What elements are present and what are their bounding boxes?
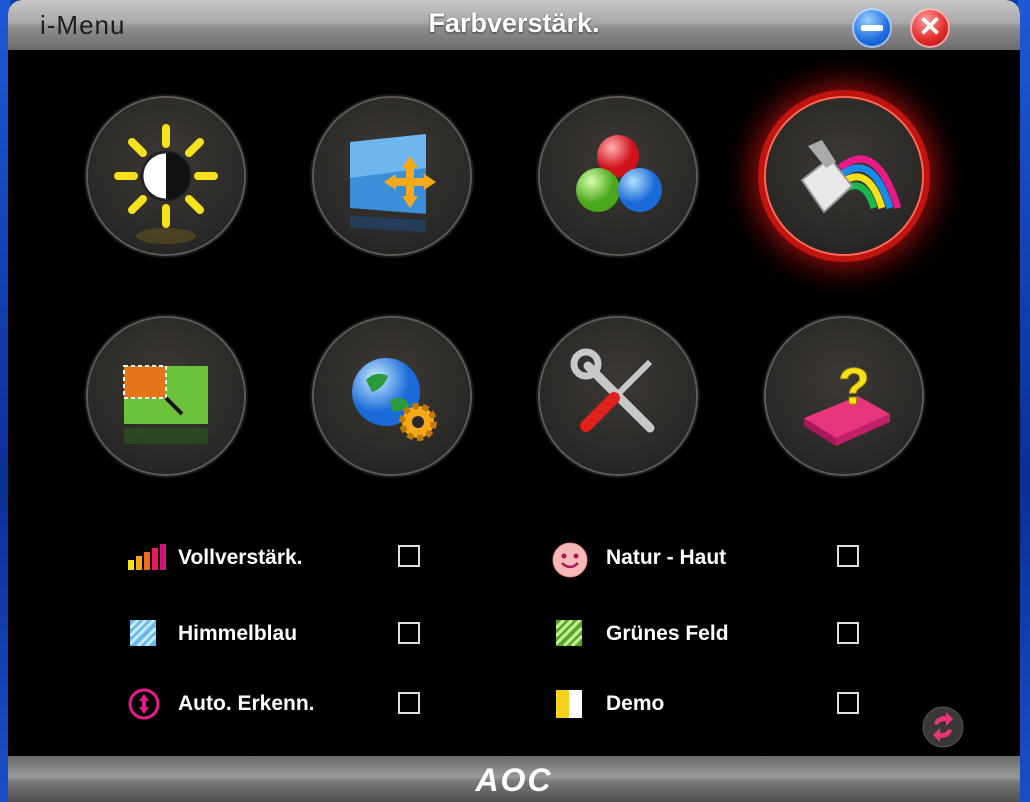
checkbox-auto-detect[interactable]: [398, 692, 420, 714]
option-label-full-enhance: Vollverstärk.: [178, 546, 303, 569]
checkbox-sky-blue[interactable]: [398, 622, 420, 644]
tile-help[interactable]: ?: [766, 318, 922, 474]
close-button[interactable]: ✕: [910, 8, 950, 48]
paint-bucket-rainbow-icon: [800, 140, 902, 214]
tile-osd-setup[interactable]: [314, 318, 470, 474]
tile-luminance[interactable]: [88, 98, 244, 254]
green-field-icon: [554, 618, 584, 648]
svg-text:?: ?: [838, 358, 870, 416]
footer-bar: AOC: [8, 756, 1020, 802]
tile-color-temp[interactable]: [540, 98, 696, 254]
checkbox-green-field[interactable]: [837, 622, 859, 644]
imenu-window: i-Menu Farbverstärk. ✕ ? Vollverstärk. N…: [8, 0, 1020, 802]
title-bar[interactable]: i-Menu Farbverstärk. ✕: [8, 0, 1020, 50]
aoc-logo: AOC: [475, 762, 553, 798]
checkbox-nature-skin[interactable]: [837, 545, 859, 567]
tile-image-setup[interactable]: [314, 98, 470, 254]
checkbox-full-enhance[interactable]: [398, 545, 420, 567]
tile-extra[interactable]: [540, 318, 696, 474]
option-label-auto-detect: Auto. Erkenn.: [178, 692, 315, 715]
signal-bars-icon: [128, 544, 166, 570]
rgb-balls-icon: [576, 135, 662, 212]
option-label-nature-skin: Natur - Haut: [606, 546, 727, 569]
minimize-button[interactable]: [852, 8, 892, 48]
checkbox-demo[interactable]: [837, 692, 859, 714]
brightness-icon: [114, 124, 218, 244]
tile-picture-boost[interactable]: [88, 318, 244, 474]
tools-icon: [570, 348, 655, 433]
option-label-sky-blue: Himmelblau: [178, 622, 298, 645]
option-label-demo: Demo: [606, 692, 665, 715]
refresh-button[interactable]: [922, 706, 964, 748]
picture-boost-icon: [123, 365, 208, 444]
smiley-icon: [552, 542, 588, 578]
close-icon: ✕: [918, 11, 942, 42]
tile-color-boost[interactable]: [766, 98, 922, 254]
sky-blue-icon: [128, 618, 158, 648]
auto-detect-icon: [128, 688, 160, 720]
image-setup-icon: [350, 134, 436, 232]
demo-icon: [556, 690, 582, 718]
globe-gear-icon: [352, 358, 437, 441]
help-book-icon: ?: [804, 358, 890, 446]
option-label-green-field: Grünes Feld: [606, 622, 729, 645]
refresh-icon: [922, 706, 964, 748]
minimize-icon: [861, 25, 883, 31]
